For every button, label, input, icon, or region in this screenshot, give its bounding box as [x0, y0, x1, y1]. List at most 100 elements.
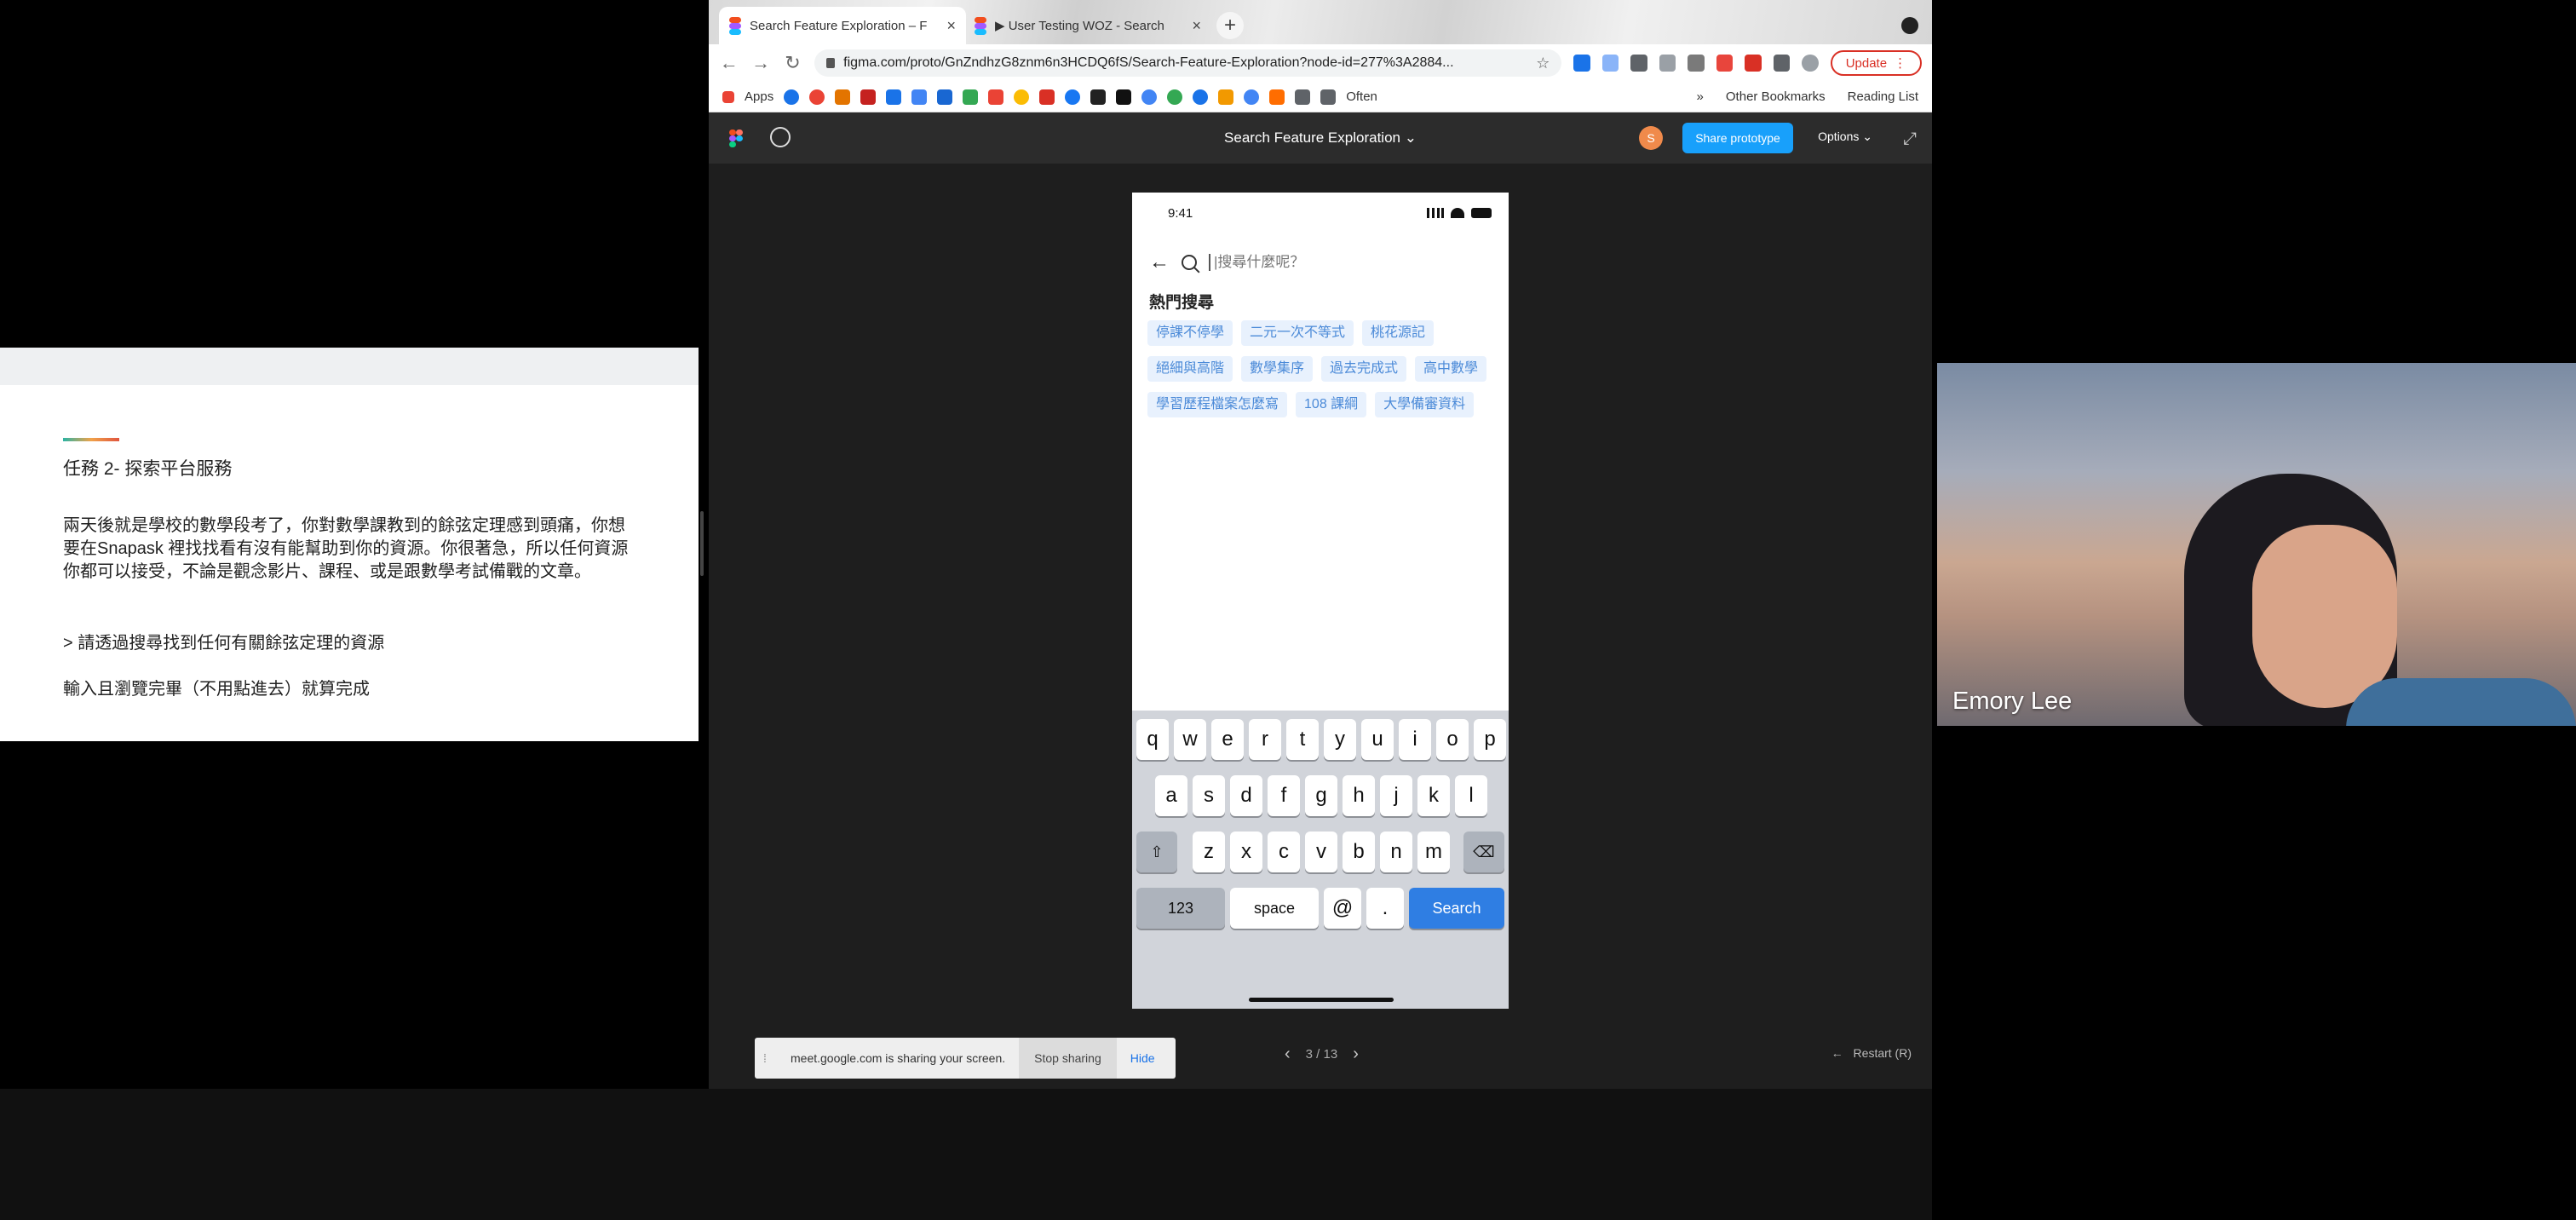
keyboard-search-button[interactable]: Search	[1409, 888, 1504, 929]
bookmark-icon[interactable]	[886, 89, 902, 105]
bookmark-icon[interactable]	[1039, 89, 1055, 105]
bookmark-icon[interactable]	[988, 89, 1004, 105]
close-tab-icon[interactable]: ×	[1192, 17, 1201, 35]
extension-icon[interactable]	[1716, 55, 1734, 72]
numbers-key[interactable]: 123	[1136, 888, 1225, 929]
search-chip[interactable]: 高中數學	[1415, 356, 1487, 382]
bookmark-icon[interactable]	[1295, 89, 1311, 105]
url-field[interactable]: figma.com/proto/GnZndhzG8znm6n3HCDQ6fS/S…	[814, 49, 1562, 77]
search-chip[interactable]: 二元一次不等式	[1241, 320, 1354, 346]
stop-sharing-button[interactable]: Stop sharing	[1019, 1038, 1117, 1079]
key-r[interactable]: r	[1249, 719, 1281, 760]
bookmark-icon[interactable]	[1090, 89, 1107, 105]
bookmark-icon[interactable]	[911, 89, 928, 105]
search-chip[interactable]: 學習歷程檔案怎麼寫	[1147, 392, 1288, 417]
options-dropdown[interactable]: Options ⌄	[1818, 129, 1872, 144]
key-z[interactable]: z	[1193, 832, 1225, 872]
search-chip[interactable]: 過去完成式	[1321, 356, 1407, 382]
chevron-right-icon[interactable]: »	[1697, 89, 1704, 104]
forward-icon[interactable]: →	[750, 52, 770, 74]
key-i[interactable]: i	[1399, 719, 1431, 760]
bookmark-icon[interactable]	[1141, 89, 1158, 105]
key-u[interactable]: u	[1361, 719, 1394, 760]
bookmark-icon[interactable]	[1244, 89, 1260, 105]
bookmark-icon[interactable]	[809, 89, 825, 105]
key-a[interactable]: a	[1155, 775, 1187, 816]
bookmark-icon[interactable]	[1269, 89, 1285, 105]
bookmark-apps[interactable]: Apps	[745, 89, 773, 104]
chrome-update-button[interactable]: Update ⋮	[1830, 50, 1923, 76]
key-v[interactable]: v	[1305, 832, 1337, 872]
search-chip[interactable]: 108 課綱	[1296, 392, 1367, 417]
search-chip[interactable]: 停課不停學	[1147, 320, 1233, 346]
reload-icon[interactable]: ↻	[783, 52, 802, 74]
bookmark-icon[interactable]	[835, 89, 851, 105]
extension-icon[interactable]	[1573, 55, 1590, 72]
hide-button[interactable]: Hide	[1130, 1051, 1155, 1065]
extension-icon[interactable]	[1688, 55, 1705, 72]
search-chip[interactable]: 絕細與高階	[1147, 356, 1233, 382]
next-frame-icon[interactable]: ›	[1353, 1044, 1359, 1064]
bookmark-icon[interactable]	[963, 89, 979, 105]
drag-handle-icon[interactable]: ⁞	[763, 1051, 775, 1065]
bookmark-icon[interactable]	[784, 89, 800, 105]
bookmark-icon[interactable]	[937, 89, 953, 105]
tab-search-feature-exploration[interactable]: Search Feature Exploration – F ×	[719, 7, 966, 44]
search-input[interactable]	[1209, 254, 1464, 271]
key-y[interactable]: y	[1324, 719, 1356, 760]
extension-icon[interactable]	[1745, 55, 1762, 72]
extension-icon[interactable]	[1601, 55, 1619, 72]
key-at[interactable]: @	[1324, 888, 1361, 929]
key-q[interactable]: q	[1136, 719, 1169, 760]
puzzle-extensions-icon[interactable]	[1773, 55, 1791, 72]
shift-key-icon[interactable]: ⇧	[1136, 832, 1177, 872]
restart-button[interactable]: ← Restart (R)	[1831, 1046, 1912, 1060]
bookmark-icon[interactable]	[860, 89, 877, 105]
tab-user-testing-woz[interactable]: ▶ User Testing WOZ - Search ×	[964, 7, 1211, 44]
key-x[interactable]: x	[1230, 832, 1262, 872]
bookmark-icon[interactable]	[1065, 89, 1081, 105]
bookmark-icon[interactable]	[1218, 89, 1234, 105]
chrome-account-icon[interactable]	[1901, 17, 1918, 34]
space-key[interactable]: space	[1230, 888, 1319, 929]
bookmark-icon[interactable]	[1014, 89, 1030, 105]
key-o[interactable]: o	[1436, 719, 1469, 760]
bookmark-folder-often[interactable]: Often	[1346, 89, 1377, 104]
bookmark-star-icon[interactable]: ☆	[1536, 55, 1550, 72]
key-t[interactable]: t	[1286, 719, 1319, 760]
key-j[interactable]: j	[1380, 775, 1412, 816]
panel-resize-handle[interactable]	[700, 511, 704, 576]
key-h[interactable]: h	[1343, 775, 1375, 816]
key-w[interactable]: w	[1174, 719, 1206, 760]
key-d[interactable]: d	[1230, 775, 1262, 816]
key-c[interactable]: c	[1268, 832, 1300, 872]
key-p[interactable]: p	[1474, 719, 1506, 760]
key-dot[interactable]: .	[1366, 888, 1404, 929]
key-n[interactable]: n	[1380, 832, 1412, 872]
previous-frame-icon[interactable]: ‹	[1285, 1044, 1291, 1064]
key-s[interactable]: s	[1193, 775, 1225, 816]
close-tab-icon[interactable]: ×	[946, 17, 956, 35]
key-f[interactable]: f	[1268, 775, 1300, 816]
backspace-key-icon[interactable]: ⌫	[1463, 832, 1504, 872]
new-tab-button[interactable]: +	[1216, 12, 1244, 39]
key-m[interactable]: m	[1417, 832, 1450, 872]
key-e[interactable]: e	[1211, 719, 1244, 760]
key-l[interactable]: l	[1455, 775, 1487, 816]
extension-icon[interactable]	[1659, 55, 1676, 72]
back-arrow-icon[interactable]: ←	[1149, 250, 1170, 274]
search-chip[interactable]: 桃花源記	[1362, 320, 1435, 346]
search-chip[interactable]: 數學集序	[1241, 356, 1314, 382]
share-prototype-button[interactable]: Share prototype	[1682, 123, 1793, 153]
bookmark-folder-other[interactable]: Other Bookmarks	[1726, 89, 1826, 104]
bookmark-icon[interactable]	[1193, 89, 1209, 105]
key-k[interactable]: k	[1417, 775, 1450, 816]
key-b[interactable]: b	[1343, 832, 1375, 872]
bookmark-icon[interactable]	[1116, 89, 1132, 105]
extension-icon[interactable]	[1630, 55, 1647, 72]
bookmark-icon[interactable]	[1167, 89, 1183, 105]
avatar[interactable]: S	[1639, 126, 1663, 150]
key-g[interactable]: g	[1305, 775, 1337, 816]
fullscreen-icon[interactable]: ⤢	[1903, 129, 1917, 149]
bookmark-reading-list[interactable]: Reading List	[1848, 89, 1918, 104]
